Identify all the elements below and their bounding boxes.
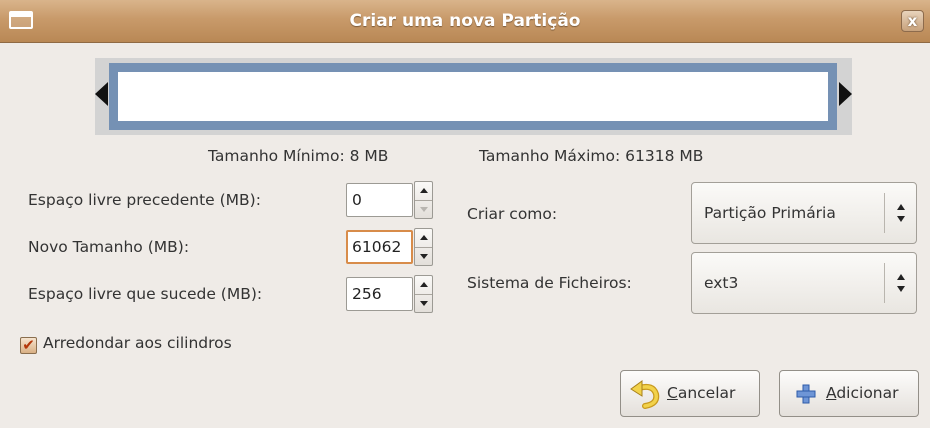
new-size-input[interactable]: 61062 (346, 230, 413, 264)
new-size-label: Novo Tamanho (MB): (28, 238, 190, 256)
preceding-space-label: Espaço livre precedente (MB): (28, 191, 261, 209)
increment-icon[interactable] (420, 282, 428, 287)
preceding-space-spinner[interactable]: 0 (346, 181, 439, 219)
increment-icon[interactable] (420, 188, 428, 193)
partition-bar[interactable] (109, 63, 837, 130)
plus-icon (796, 384, 816, 404)
round-cylinders-label[interactable]: Arredondar aos cilindros (43, 334, 232, 352)
partition-resizer[interactable] (95, 58, 852, 135)
following-space-input[interactable]: 256 (346, 277, 413, 311)
create-as-label: Criar como: (467, 205, 558, 223)
add-label: Adicionar (826, 384, 899, 402)
decrement-icon[interactable] (420, 207, 428, 212)
increment-icon[interactable] (420, 235, 428, 240)
undo-arrow-icon (630, 380, 660, 409)
title-bar: Criar uma nova Partição x (0, 0, 930, 43)
combo-arrows-icon (895, 273, 907, 295)
preceding-space-stepper[interactable] (414, 181, 433, 219)
close-icon[interactable]: x (901, 10, 924, 32)
add-button[interactable]: Adicionar (779, 370, 919, 417)
combo-arrows-icon (895, 203, 907, 225)
following-space-stepper[interactable] (414, 275, 433, 313)
new-size-stepper[interactable] (414, 228, 433, 266)
window-title: Criar uma nova Partição (349, 11, 581, 31)
following-space-label: Espaço livre que sucede (MB): (28, 285, 263, 303)
filesystem-label: Sistema de Ficheiros: (467, 274, 632, 292)
following-space-spinner[interactable]: 256 (346, 275, 439, 313)
round-cylinders-checkbox[interactable]: ✔ (20, 337, 37, 354)
left-resize-handle-icon[interactable] (95, 82, 108, 106)
min-size-label: Tamanho Mínimo: 8 MB (208, 147, 389, 165)
cancel-button[interactable]: Cancelar (620, 370, 760, 417)
filesystem-combo[interactable]: ext3 (691, 252, 917, 314)
create-as-combo[interactable]: Partição Primária (691, 182, 917, 244)
filesystem-value: ext3 (704, 274, 739, 292)
new-size-spinner[interactable]: 61062 (346, 228, 439, 266)
preceding-space-input[interactable]: 0 (346, 183, 413, 217)
right-resize-handle-icon[interactable] (839, 82, 852, 106)
decrement-icon[interactable] (420, 254, 428, 259)
max-size-label: Tamanho Máximo: 61318 MB (479, 147, 704, 165)
cancel-label: Cancelar (667, 384, 736, 402)
create-as-value: Partição Primária (704, 204, 836, 222)
decrement-icon[interactable] (420, 301, 428, 306)
